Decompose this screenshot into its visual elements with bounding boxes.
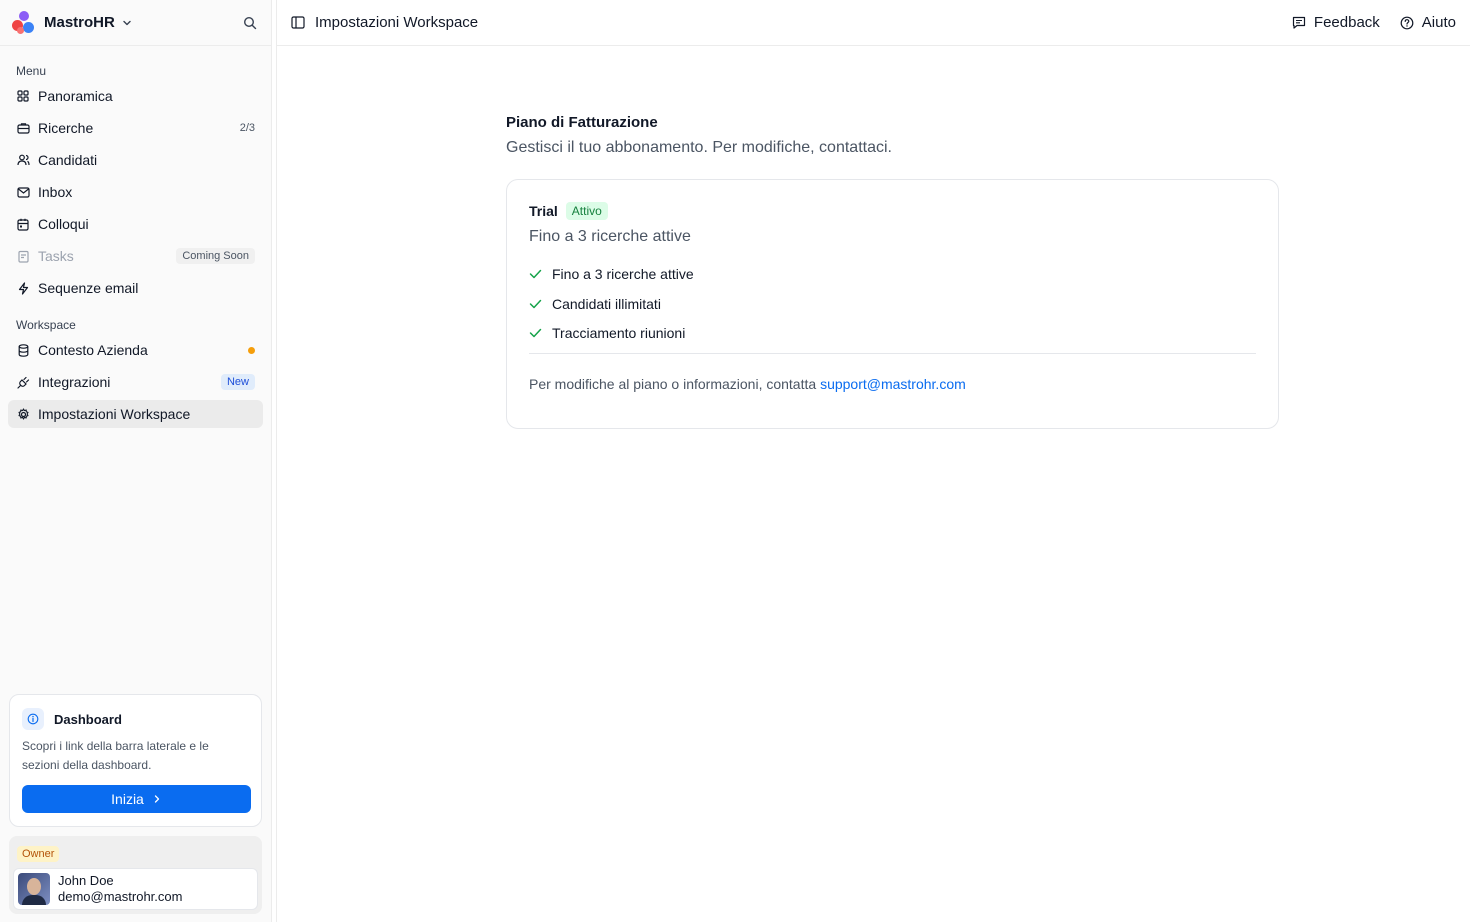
billing-description: Gestisci il tuo abbonamento. Per modific… <box>506 139 892 156</box>
message-square-icon <box>1292 16 1306 29</box>
sidebar-item-tasks: Tasks Coming Soon <box>8 242 263 270</box>
support-email-link[interactable]: support@mastrohr.com <box>820 376 966 392</box>
plug-icon <box>16 375 30 389</box>
billing-title: Piano di Fatturazione <box>506 114 658 131</box>
sidebar-item-candidati[interactable]: Candidati <box>8 146 263 174</box>
mail-icon <box>16 185 30 199</box>
list-item: Fino a 3 ricerche attive <box>529 264 1256 284</box>
info-icon <box>22 708 44 730</box>
menu-section-label: Menu <box>16 64 47 78</box>
sidebar-item-label: Ricerche <box>38 120 94 136</box>
clipboard-icon <box>16 249 30 263</box>
user-menu[interactable]: John Doe demo@mastrohr.com <box>13 868 258 910</box>
grid-icon <box>16 89 30 103</box>
workspace-switcher[interactable]: MastroHR <box>0 0 271 46</box>
sidebar-item-label: Sequenze email <box>38 280 139 296</box>
card-divider <box>529 352 1256 354</box>
check-icon <box>529 299 542 309</box>
feedback-button[interactable]: Feedback <box>1292 14 1380 31</box>
chevron-down-icon <box>121 17 133 29</box>
start-tour-label: Inizia <box>111 791 144 807</box>
feature-label: Tracciamento riunioni <box>552 325 686 341</box>
sidebar-divider <box>276 0 277 922</box>
sidebar-item-label: Impostazioni Workspace <box>38 406 191 422</box>
contact-note: Per modifiche al piano o informazioni, c… <box>529 376 1256 392</box>
tip-title: Dashboard <box>54 711 122 727</box>
help-button[interactable]: Aiuto <box>1400 14 1456 31</box>
dashboard-tip-card: Dashboard Scopri i link della barra late… <box>9 694 262 827</box>
feature-label: Candidati illimitati <box>552 295 661 312</box>
sidebar-item-label: Panoramica <box>38 88 113 104</box>
sidebar-item-impostazioni-workspace[interactable]: Impostazioni Workspace <box>8 400 263 428</box>
users-icon <box>16 153 30 167</box>
sidebar-item-label: Contesto Azienda <box>38 342 148 358</box>
user-card: Owner John Doe demo@mastrohr.com <box>9 836 262 914</box>
feedback-label: Feedback <box>1313 14 1380 31</box>
sidebar-item-label: Colloqui <box>38 216 89 232</box>
avatar <box>18 873 50 905</box>
plan-name: Trial <box>529 203 558 219</box>
topbar: Impostazioni Workspace Feedback Aiuto <box>277 0 1470 46</box>
check-icon <box>529 269 542 279</box>
sidebar-item-ricerche[interactable]: Ricerche 2/3 <box>8 114 263 142</box>
user-email: demo@mastrohr.com <box>58 889 183 904</box>
sidebar-item-label: Inbox <box>38 184 73 200</box>
briefcase-icon <box>16 121 30 135</box>
role-badge: Owner <box>17 846 60 862</box>
check-icon <box>529 328 542 338</box>
database-icon <box>16 343 30 357</box>
plan-card: Trial Attivo Fino a 3 ricerche attive Fi… <box>506 179 1279 429</box>
menu-nav: Panoramica Ricerche 2/3 Candidati Inbox <box>0 82 271 306</box>
plan-summary: Fino a 3 ricerche attive <box>529 228 691 245</box>
app-name: MastroHR <box>44 14 115 31</box>
status-badge: Attivo <box>565 202 608 220</box>
sidebar-item-label: Tasks <box>38 248 74 264</box>
help-circle-icon <box>1400 16 1414 30</box>
user-name: John Doe <box>58 873 114 888</box>
sidebar-item-contesto-azienda[interactable]: Contesto Azienda <box>8 336 263 364</box>
sidebar-item-label: Integrazioni <box>38 374 111 390</box>
search-icon[interactable] <box>243 16 257 30</box>
chevron-right-icon <box>152 794 162 804</box>
new-badge: New <box>220 374 255 390</box>
mastrohr-logo-icon <box>12 10 36 35</box>
billing-section: Piano di Fatturazione Gestisci il tuo ab… <box>506 114 1279 429</box>
coming-soon-badge: Coming Soon <box>176 248 255 264</box>
help-label: Aiuto <box>1421 14 1456 31</box>
lightning-icon <box>16 281 30 295</box>
workspace-section-label: Workspace <box>16 318 76 332</box>
gear-icon <box>16 407 30 421</box>
workspace-nav: Contesto Azienda Integrazioni New Impost… <box>0 336 271 432</box>
calendar-icon <box>16 217 30 231</box>
sidebar-item-inbox[interactable]: Inbox <box>8 178 263 206</box>
sidebar-item-sequenze-email[interactable]: Sequenze email <box>8 274 263 302</box>
start-tour-button[interactable]: Inizia <box>22 785 251 813</box>
search-count: 2/3 <box>239 122 255 134</box>
sidebar-item-colloqui[interactable]: Colloqui <box>8 210 263 238</box>
status-dot <box>248 346 255 354</box>
plan-features: Fino a 3 ricerche attive Candidati illim… <box>529 264 1256 343</box>
list-item: Candidati illimitati <box>529 294 1256 314</box>
sidebar-item-label: Candidati <box>38 152 98 168</box>
sidebar-toggle-icon[interactable] <box>291 16 305 29</box>
feature-label: Fino a 3 ricerche attive <box>552 266 694 282</box>
page-title: Impostazioni Workspace <box>315 14 479 31</box>
tip-description: Scopri i link della barra laterale e le … <box>22 739 209 772</box>
sidebar-item-integrazioni[interactable]: Integrazioni New <box>8 368 263 396</box>
list-item: Tracciamento riunioni <box>529 323 1256 343</box>
sidebar-item-panoramica[interactable]: Panoramica <box>8 82 263 110</box>
contact-text: Per modifiche al piano o informazioni, c… <box>529 375 817 392</box>
